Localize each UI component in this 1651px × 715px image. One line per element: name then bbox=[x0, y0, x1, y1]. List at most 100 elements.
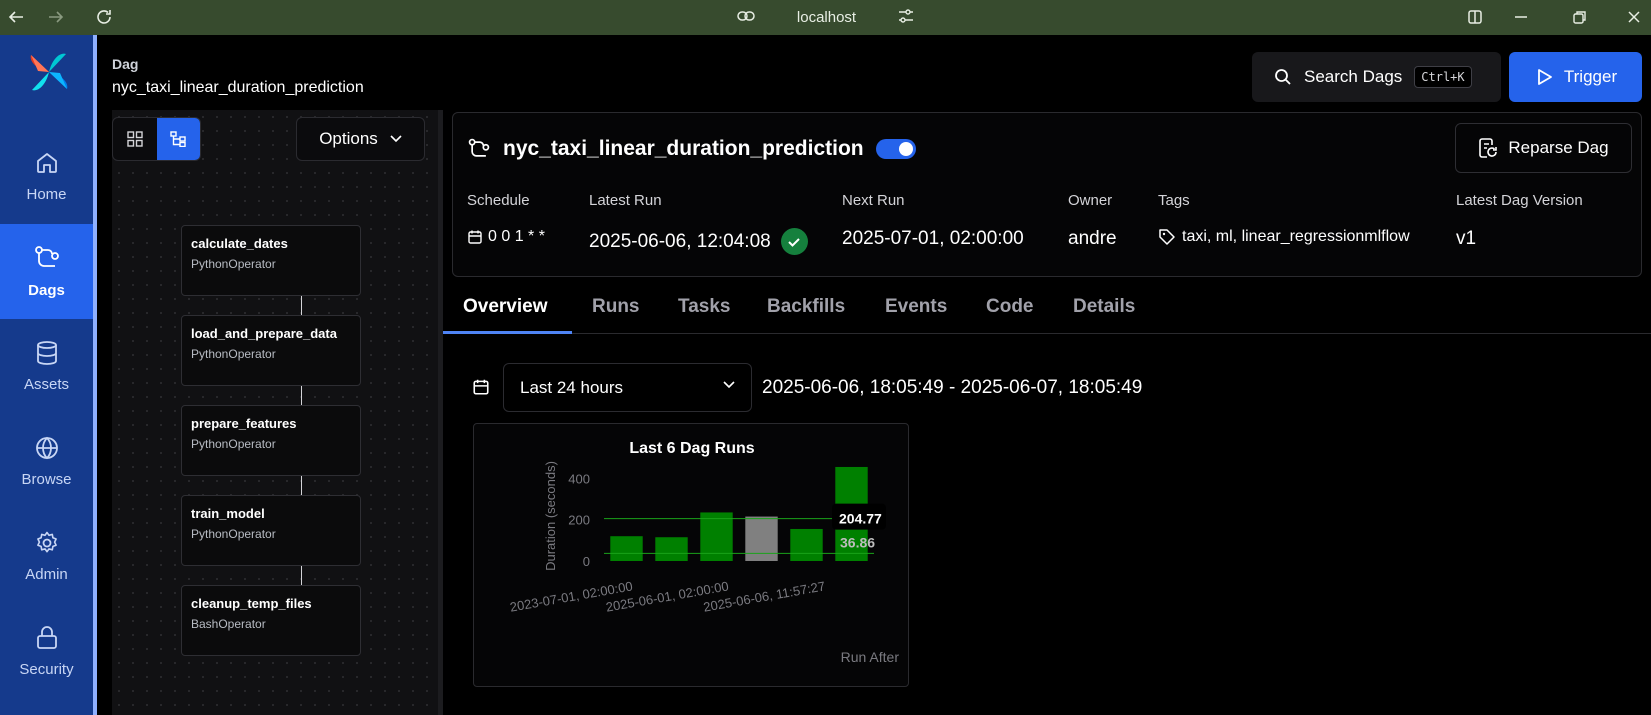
task-name: calculate_dates bbox=[191, 236, 288, 251]
schedule-value: 0 0 1 * * bbox=[467, 228, 545, 246]
tab-bar: Overview Runs Tasks Backfills Events Cod… bbox=[443, 288, 1651, 334]
options-button[interactable]: Options bbox=[296, 117, 425, 161]
dags-icon bbox=[468, 138, 490, 157]
sidebar-item-label: Assets bbox=[23, 376, 69, 393]
search-icon bbox=[1275, 69, 1291, 85]
graph-edge bbox=[301, 386, 302, 405]
y-tick-label: 200 bbox=[568, 513, 590, 528]
sidebar-item-browse[interactable]: Browse bbox=[0, 414, 93, 509]
reload-icon[interactable] bbox=[94, 7, 114, 27]
latest-run-text: 2025-06-06, 12:04:08 bbox=[589, 230, 771, 252]
lock-icon bbox=[36, 626, 57, 649]
chart-bar bbox=[655, 537, 688, 561]
graph-edge bbox=[301, 476, 302, 495]
tab-details[interactable]: Details bbox=[1073, 296, 1135, 318]
y-tick-label: 0 bbox=[583, 554, 590, 569]
dags-icon bbox=[34, 246, 59, 267]
y-axis-label: Duration (seconds) bbox=[543, 461, 558, 571]
forward-icon[interactable] bbox=[46, 7, 66, 27]
reference-label: 204.77 bbox=[839, 511, 882, 527]
play-icon bbox=[1537, 69, 1552, 85]
sidebar-item-label: Dags bbox=[28, 282, 65, 299]
x-axis-label: Run After bbox=[841, 649, 900, 665]
sidebar-item-admin[interactable]: Admin bbox=[0, 509, 93, 604]
split-view-icon[interactable] bbox=[1465, 7, 1485, 27]
sidebar-item-dags[interactable]: Dags bbox=[0, 224, 93, 319]
reference-label: 36.86 bbox=[840, 534, 875, 550]
tab-code[interactable]: Code bbox=[986, 296, 1034, 318]
trigger-button[interactable]: Trigger bbox=[1509, 52, 1642, 102]
restore-icon[interactable] bbox=[1570, 7, 1590, 27]
address-bar: localhost bbox=[0, 0, 1651, 35]
trigger-label: Trigger bbox=[1563, 67, 1618, 86]
run-duration-chart: Last 6 Dag Runs 0 200 400 Duration (seconds)… bbox=[473, 423, 909, 687]
time-range-select[interactable]: Last 24 hours bbox=[503, 363, 752, 412]
tab-overview[interactable]: Overview bbox=[463, 296, 548, 318]
reparse-icon bbox=[1479, 138, 1498, 158]
graph-edge bbox=[301, 566, 302, 585]
close-icon[interactable] bbox=[1624, 7, 1644, 27]
home-icon bbox=[36, 153, 57, 173]
globe-icon bbox=[35, 436, 58, 460]
sidebar-item-home[interactable]: Home bbox=[0, 129, 93, 224]
tab-runs[interactable]: Runs bbox=[592, 296, 640, 318]
sidebar-item-assets[interactable]: Assets bbox=[0, 319, 93, 414]
time-range-text: 2025-06-06, 18:05:49 - 2025-06-07, 18:05… bbox=[762, 377, 1143, 398]
graph-view-button[interactable] bbox=[156, 118, 200, 160]
link-icon bbox=[737, 9, 755, 26]
tab-events[interactable]: Events bbox=[885, 296, 947, 318]
panel-resize-handle[interactable] bbox=[438, 110, 443, 715]
grid-view-button[interactable] bbox=[113, 118, 157, 160]
back-icon[interactable] bbox=[6, 7, 26, 27]
latest-run-value[interactable]: 2025-06-06, 12:04:08 bbox=[589, 228, 808, 255]
airflow-logo[interactable] bbox=[26, 49, 72, 95]
dag-title: nyc_taxi_linear_duration_prediction bbox=[467, 137, 916, 161]
y-tick-label: 400 bbox=[568, 471, 590, 486]
tags-header: Tags bbox=[1158, 192, 1190, 209]
latest-version-header: Latest Dag Version bbox=[1456, 192, 1583, 209]
calendar-icon bbox=[468, 230, 482, 244]
tune-icon[interactable] bbox=[898, 8, 914, 27]
tab-tasks[interactable]: Tasks bbox=[678, 296, 730, 318]
breadcrumb-dag-name: nyc_taxi_linear_duration_prediction bbox=[112, 79, 364, 96]
task-operator: BashOperator bbox=[191, 617, 266, 631]
task-node-load-and-prepare-data[interactable]: load_and_prepare_data PythonOperator bbox=[181, 315, 361, 386]
chevron-down-icon bbox=[390, 135, 402, 143]
gear-icon bbox=[36, 531, 57, 553]
task-node-cleanup-temp-files[interactable]: cleanup_temp_files BashOperator bbox=[181, 585, 361, 656]
minimize-icon[interactable] bbox=[1511, 7, 1531, 27]
sidebar-item-label: Security bbox=[19, 661, 74, 678]
tab-backfills[interactable]: Backfills bbox=[767, 296, 845, 318]
active-tab-indicator bbox=[443, 331, 572, 334]
task-node-calculate-dates[interactable]: calculate_dates PythonOperator bbox=[181, 225, 361, 296]
task-name: train_model bbox=[191, 506, 265, 521]
sidebar-item-security[interactable]: Security bbox=[0, 604, 93, 699]
view-toggle bbox=[112, 117, 201, 161]
task-node-prepare-features[interactable]: prepare_features PythonOperator bbox=[181, 405, 361, 476]
next-run-value: 2025-07-01, 02:00:00 bbox=[842, 228, 1024, 249]
tag-icon bbox=[1159, 229, 1175, 245]
shortcut-badge: Ctrl+K bbox=[1414, 66, 1472, 88]
sidebar-item-label: Home bbox=[26, 186, 67, 203]
search-dags-button[interactable]: Search Dags Ctrl+K bbox=[1252, 52, 1501, 102]
dag-details-card: nyc_taxi_linear_duration_prediction Repa… bbox=[452, 112, 1642, 277]
pause-toggle[interactable] bbox=[875, 139, 916, 159]
task-operator: PythonOperator bbox=[191, 347, 276, 361]
chart-bar bbox=[790, 528, 823, 561]
graph-icon bbox=[170, 131, 186, 147]
sidebar-item-label: Browse bbox=[21, 471, 72, 488]
task-node-train-model[interactable]: train_model PythonOperator bbox=[181, 495, 361, 566]
task-name: prepare_features bbox=[191, 416, 297, 431]
task-operator: PythonOperator bbox=[191, 257, 276, 271]
url-text[interactable]: localhost bbox=[797, 9, 856, 26]
tags-text: taxi, ml, linear_regressionmlflow bbox=[1182, 228, 1410, 245]
time-range-value: Last 24 hours bbox=[520, 377, 624, 397]
schedule-text: 0 0 1 * * bbox=[488, 228, 545, 245]
sidebar: Home Dags Assets Browse Admin Security bbox=[0, 35, 97, 715]
tags-value: taxi, ml, linear_regressionmlflow bbox=[1158, 228, 1410, 246]
task-operator: PythonOperator bbox=[191, 437, 276, 451]
reparse-dag-button[interactable]: Reparse Dag bbox=[1455, 123, 1632, 173]
task-operator: PythonOperator bbox=[191, 527, 276, 541]
latest-run-header: Latest Run bbox=[589, 192, 662, 209]
chevron-down-icon bbox=[723, 381, 735, 389]
